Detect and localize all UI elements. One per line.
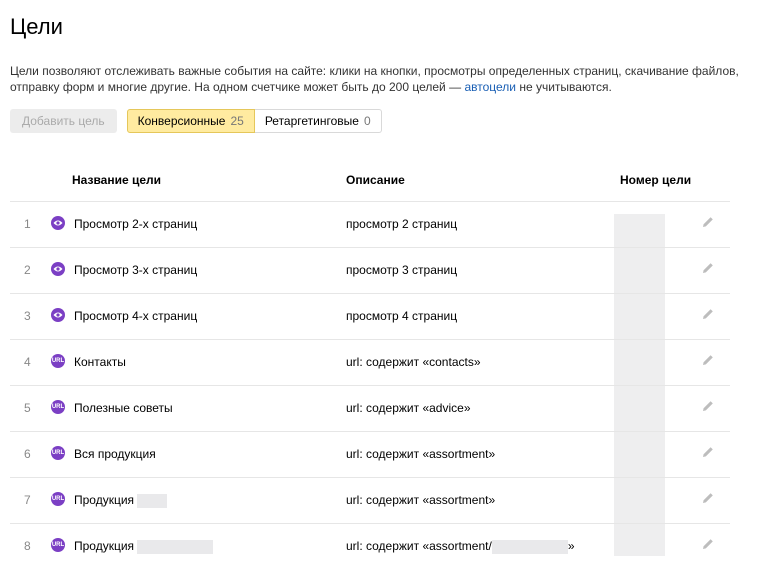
goal-description: url: содержит «assortment» [346,447,496,461]
tab-conversion[interactable]: Конверсионные 25 [126,109,255,133]
description-after: не учитываются. [515,80,612,94]
autogoals-link[interactable]: автоцели [464,80,516,94]
tab-retargeting-count: 0 [363,114,371,128]
goal-name[interactable]: Просмотр 4-х страниц [74,309,197,323]
row-index: 7 [24,493,31,507]
table-header: Название цели Описание Номер цели [10,166,730,194]
table-row: 7 URL Продукция url: содержит «assortmen… [10,477,730,523]
row-index: 2 [24,263,31,277]
goal-description: url: содержит «advice» [346,401,471,415]
pencil-icon[interactable] [700,490,716,506]
redacted-text [137,539,214,554]
goal-name[interactable]: Вся продукция [74,447,156,461]
header-name: Название цели [72,173,162,187]
tab-retargeting[interactable]: Ретаргетинговые 0 [254,109,382,133]
add-goal-button[interactable]: Добавить цель [10,109,117,133]
pencil-icon[interactable] [700,260,716,276]
goal-type-tabs: Конверсионные 25 Ретаргетинговые 0 [126,109,382,133]
goal-name: Продукция [74,539,135,553]
page-description: Цели позволяют отслеживать важные событи… [10,63,750,95]
header-description: Описание [346,173,405,187]
table-row: 5 URL Полезные советы url: содержит «adv… [10,385,730,431]
row-index: 6 [24,447,31,461]
goal-name[interactable]: Просмотр 3-х страниц [74,263,197,277]
table-row: 4 URL Контакты url: содержит «contacts» [10,339,730,385]
pencil-icon[interactable] [700,398,716,414]
goal-description-suffix: » [567,539,575,553]
description-text: Цели позволяют отслеживать важные событи… [10,64,739,94]
row-index: 5 [24,401,31,415]
pencil-icon[interactable] [700,536,716,552]
url-icon: URL [51,400,65,414]
goal-description: просмотр 2 страниц [346,217,458,231]
table-row: 1 Просмотр 2-х страниц просмотр 2 страни… [10,201,730,247]
tab-conversion-count: 25 [230,114,244,128]
pencil-icon[interactable] [700,444,716,460]
row-index: 4 [24,355,31,369]
row-index: 3 [24,309,31,323]
goal-name-wrapper[interactable]: Продукция [74,493,168,508]
goals-table: 1 Просмотр 2-х страниц просмотр 2 страни… [10,201,730,569]
pencil-icon[interactable] [700,214,716,230]
eye-icon [51,308,65,322]
page-title: Цели [10,14,63,39]
row-index: 1 [24,217,31,231]
pencil-icon[interactable] [700,352,716,368]
pencil-icon[interactable] [700,306,716,322]
goal-name[interactable]: Просмотр 2-х страниц [74,217,197,231]
goal-name: Продукция [74,493,135,507]
goal-description: просмотр 3 страниц [346,263,458,277]
url-icon: URL [51,354,65,368]
toolbar: Добавить цель Конверсионные 25 Ретаргети… [10,109,382,133]
eye-icon [51,262,65,276]
goal-name[interactable]: Полезные советы [74,401,173,415]
goal-description: url: содержит «assortment» [346,493,496,507]
goal-name-wrapper[interactable]: Продукция [74,539,214,554]
tab-retargeting-label: Ретаргетинговые [264,114,359,128]
url-icon: URL [51,538,65,552]
goal-description-prefix: url: содержит «assortment/ [346,539,492,553]
goal-description: просмотр 4 страниц [346,309,458,323]
url-icon: URL [51,492,65,506]
url-icon: URL [51,446,65,460]
table-row: 3 Просмотр 4-х страниц просмотр 4 страни… [10,293,730,339]
table-row: 6 URL Вся продукция url: содержит «assor… [10,431,730,477]
redacted-text [137,493,168,508]
table-row: 8 URL Продукция url: содержит «assortmen… [10,523,730,569]
table-row: 2 Просмотр 3-х страниц просмотр 3 страни… [10,247,730,293]
goal-name[interactable]: Контакты [74,355,126,369]
goal-description-wrapper: url: содержит «assortment/ » [346,539,575,554]
tab-conversion-label: Конверсионные [137,114,226,128]
eye-icon [51,216,65,230]
redacted-text [491,539,568,554]
goal-description: url: содержит «contacts» [346,355,481,369]
row-index: 8 [24,539,31,553]
header-id: Номер цели [620,173,692,187]
